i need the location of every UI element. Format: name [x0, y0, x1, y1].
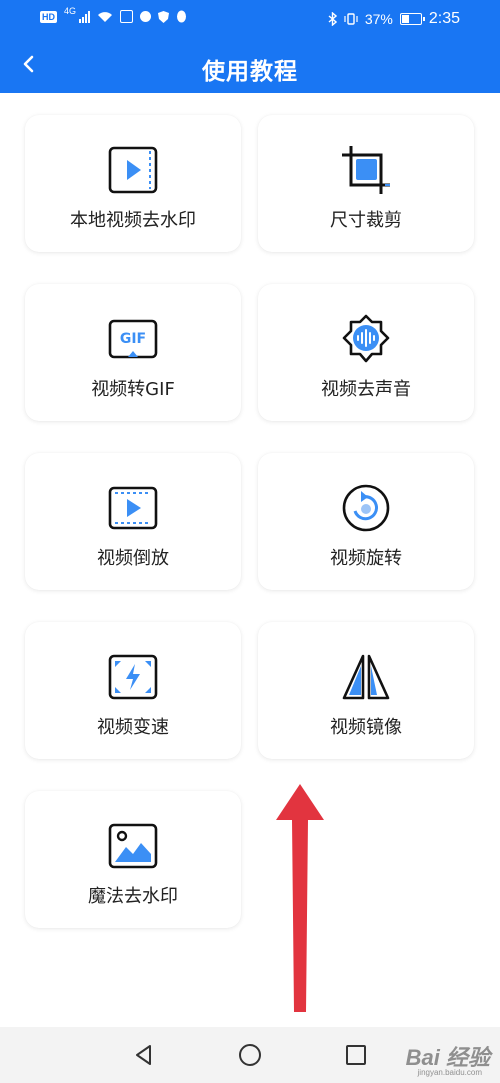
video-play-icon — [108, 486, 158, 530]
status-left: HD 4G — [40, 6, 187, 23]
message-icon — [140, 11, 152, 22]
penguin-icon — [177, 10, 187, 23]
svg-text:GIF: GIF — [120, 331, 146, 347]
audio-wave-icon — [342, 314, 390, 363]
video-file-icon — [108, 146, 158, 194]
tutorial-label: 视频转GIF — [91, 379, 175, 400]
shield-icon — [158, 10, 170, 23]
tutorial-label: 尺寸裁剪 — [330, 210, 402, 231]
speed-icon — [108, 654, 158, 700]
hd-badge: HD — [40, 10, 57, 23]
tutorial-card-reverse[interactable]: 视频倒放 — [25, 453, 241, 590]
wifi-icon — [98, 11, 113, 22]
tutorial-label: 魔法去水印 — [88, 886, 178, 907]
red-arrow-annotation — [276, 784, 324, 1012]
image-icon — [108, 823, 158, 869]
tutorial-card-mirror[interactable]: 视频镜像 — [258, 622, 474, 759]
battery-percent: 37% — [364, 11, 393, 27]
clock: 2:35 — [428, 10, 460, 27]
vibrate-icon — [344, 13, 358, 25]
status-bar: HD 4G 37% 2:35 — [0, 0, 500, 38]
tutorial-label: 视频变速 — [97, 717, 169, 738]
tutorial-label: 视频去声音 — [321, 379, 411, 400]
gif-icon: GIF — [108, 319, 158, 359]
tutorial-card-gif[interactable]: GIF 视频转GIF — [25, 284, 241, 421]
tutorial-card-local-watermark[interactable]: 本地视频去水印 — [25, 115, 241, 252]
nav-home-icon[interactable] — [236, 1041, 264, 1069]
page-title: 使用教程 — [202, 59, 298, 85]
tutorial-card-speed[interactable]: 视频变速 — [25, 622, 241, 759]
nav-recents-icon[interactable] — [342, 1041, 370, 1069]
tutorial-card-remove-audio[interactable]: 视频去声音 — [258, 284, 474, 421]
app-header-bar: HD 4G 37% 2:35 使用教程 — [0, 0, 500, 93]
tutorial-label: 视频旋转 — [330, 548, 402, 569]
nav-back-icon[interactable] — [130, 1041, 158, 1069]
battery-icon — [399, 13, 425, 25]
bluetooth-icon — [328, 12, 337, 26]
rotate-icon — [342, 484, 390, 532]
signal-icon — [79, 10, 91, 23]
network-type: 4G — [64, 5, 77, 16]
app-notification-icon — [120, 10, 134, 23]
header: 使用教程 — [0, 38, 500, 93]
tutorial-card-magic-watermark[interactable]: 魔法去水印 — [25, 791, 241, 928]
crop-icon — [342, 146, 390, 194]
watermark-subtext: jingyan.baidu.com — [417, 1068, 482, 1077]
mirror-icon — [342, 654, 390, 700]
tutorial-card-crop[interactable]: 尺寸裁剪 — [258, 115, 474, 252]
tutorial-card-rotate[interactable]: 视频旋转 — [258, 453, 474, 590]
status-right: 37% 2:35 — [328, 10, 460, 28]
tutorial-label: 视频镜像 — [330, 717, 402, 738]
tutorial-label: 视频倒放 — [97, 548, 169, 569]
tutorial-label: 本地视频去水印 — [70, 210, 196, 231]
